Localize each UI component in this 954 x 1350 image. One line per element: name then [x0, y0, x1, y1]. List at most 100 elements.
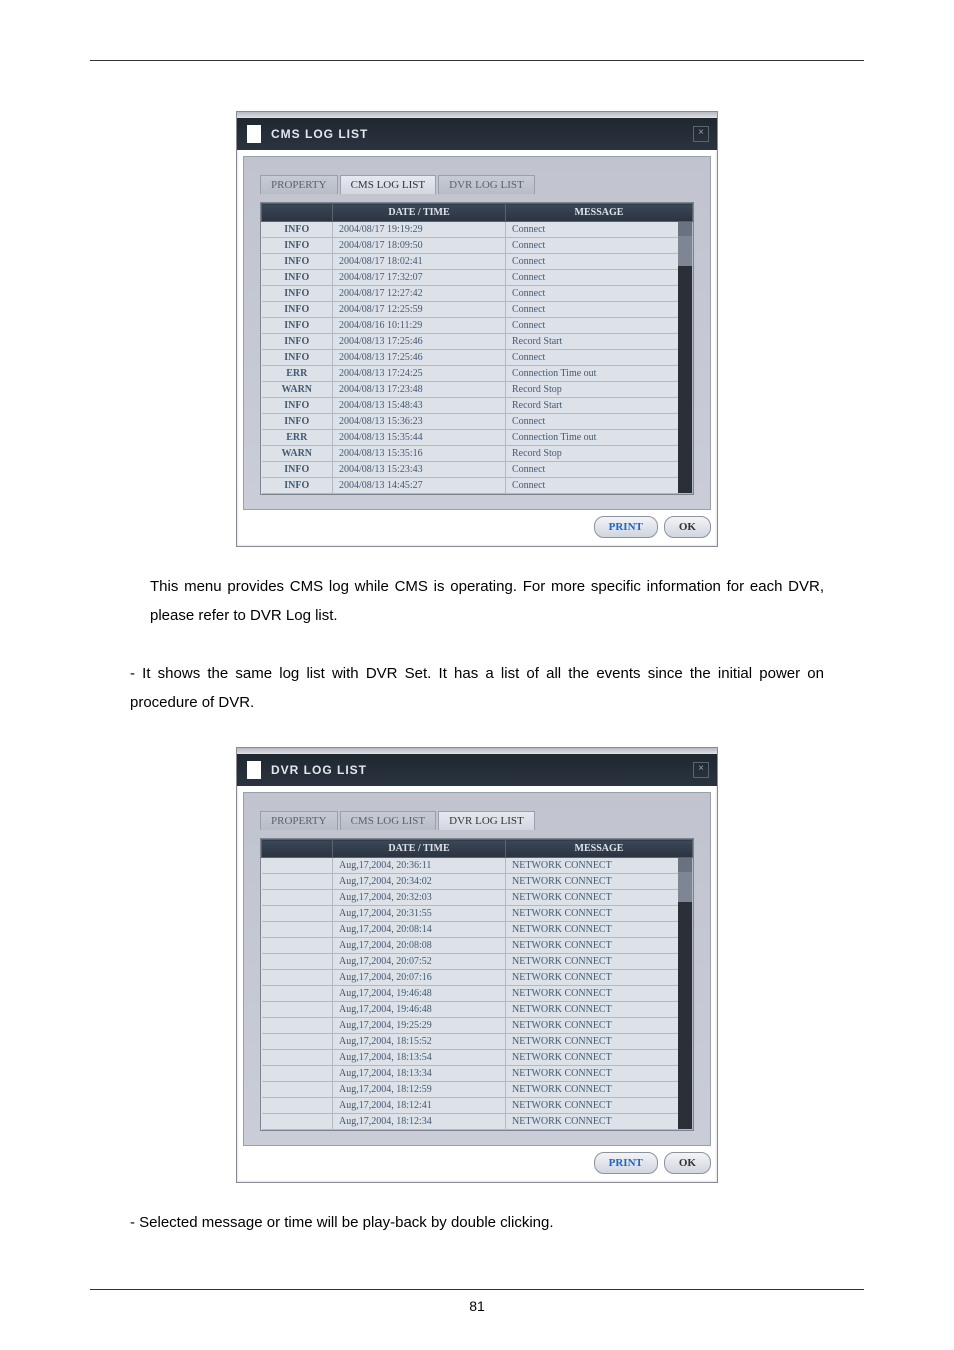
close-icon[interactable]: × [693, 762, 709, 778]
table-row[interactable]: INFO2004/08/16 10:11:29Connect [262, 318, 693, 334]
table-row[interactable]: Aug,17,2004, 20:07:52NETWORK CONNECT [262, 954, 693, 970]
cell-level [262, 954, 333, 970]
cell-level [262, 1050, 333, 1066]
table-row[interactable]: Aug,17,2004, 20:08:08NETWORK CONNECT [262, 938, 693, 954]
cell-level: WARN [262, 446, 333, 462]
print-button[interactable]: PRINT [594, 516, 658, 538]
tab-cms-log-list[interactable]: CMS LOG LIST [340, 811, 437, 830]
table-row[interactable]: Aug,17,2004, 18:15:52NETWORK CONNECT [262, 1034, 693, 1050]
cell-level: INFO [262, 350, 333, 366]
table-row[interactable]: INFO2004/08/17 19:19:29Connect [262, 222, 693, 238]
table-row[interactable]: INFO2004/08/13 15:23:43Connect [262, 462, 693, 478]
cell-date: Aug,17,2004, 18:13:34 [333, 1066, 506, 1082]
table-row[interactable]: Aug,17,2004, 20:31:55NETWORK CONNECT [262, 906, 693, 922]
cell-date: Aug,17,2004, 20:08:14 [333, 922, 506, 938]
table-row[interactable]: INFO2004/08/17 18:09:50Connect [262, 238, 693, 254]
dialog-title: DVR LOG LIST [271, 764, 367, 776]
table-row[interactable]: Aug,17,2004, 19:46:48NETWORK CONNECT [262, 1002, 693, 1018]
tab-property[interactable]: PROPERTY [260, 811, 338, 830]
table-row[interactable]: Aug,17,2004, 20:32:03NETWORK CONNECT [262, 890, 693, 906]
dialog-titlebar: CMS LOG LIST × [237, 118, 717, 150]
cell-message: NETWORK CONNECT [506, 938, 693, 954]
tab-bar: PROPERTY CMS LOG LIST DVR LOG LIST [260, 175, 694, 194]
cell-message: NETWORK CONNECT [506, 986, 693, 1002]
table-row[interactable]: Aug,17,2004, 20:07:16NETWORK CONNECT [262, 970, 693, 986]
table-row[interactable]: INFO2004/08/13 14:45:27Connect [262, 478, 693, 494]
table-row[interactable]: INFO2004/08/13 15:36:23Connect [262, 414, 693, 430]
tab-dvr-log-list[interactable]: DVR LOG LIST [438, 175, 535, 194]
ok-button[interactable]: OK [664, 1152, 711, 1174]
table-row[interactable]: Aug,17,2004, 18:12:59NETWORK CONNECT [262, 1082, 693, 1098]
cell-level [262, 890, 333, 906]
col-message: MESSAGE [506, 840, 693, 858]
cell-date: 2004/08/17 12:25:59 [333, 302, 506, 318]
table-row[interactable]: INFO2004/08/13 15:48:43Record Start [262, 398, 693, 414]
table-row[interactable]: ERR2004/08/13 17:24:25Connection Time ou… [262, 366, 693, 382]
scroll-thumb[interactable] [678, 872, 692, 902]
cell-level: INFO [262, 318, 333, 334]
cell-message: NETWORK CONNECT [506, 970, 693, 986]
table-row[interactable]: INFO2004/08/13 17:25:46Connect [262, 350, 693, 366]
tab-property[interactable]: PROPERTY [260, 175, 338, 194]
cell-date: 2004/08/16 10:11:29 [333, 318, 506, 334]
table-row[interactable]: INFO2004/08/17 12:27:42Connect [262, 286, 693, 302]
table-row[interactable]: Aug,17,2004, 19:46:48NETWORK CONNECT [262, 986, 693, 1002]
table-row[interactable]: INFO2004/08/17 18:02:41Connect [262, 254, 693, 270]
flag-icon [247, 125, 261, 143]
table-row[interactable]: Aug,17,2004, 19:25:29NETWORK CONNECT [262, 1018, 693, 1034]
bottom-rule [90, 1289, 864, 1290]
table-row[interactable]: INFO2004/08/17 17:32:07Connect [262, 270, 693, 286]
cell-date: 2004/08/13 15:23:43 [333, 462, 506, 478]
scroll-up-icon[interactable] [678, 858, 692, 872]
cell-message: Record Start [506, 398, 693, 414]
cell-level [262, 1018, 333, 1034]
print-button[interactable]: PRINT [594, 1152, 658, 1174]
close-icon[interactable]: × [693, 126, 709, 142]
scroll-thumb[interactable] [678, 236, 692, 266]
cell-level: INFO [262, 414, 333, 430]
dvr-log-list-dialog: DVR LOG LIST × PROPERTY CMS LOG LIST DVR… [236, 747, 718, 1183]
cell-level: INFO [262, 238, 333, 254]
cell-message: NETWORK CONNECT [506, 954, 693, 970]
scroll-up-icon[interactable] [678, 222, 692, 236]
top-rule [90, 60, 864, 61]
cell-message: Record Stop [506, 446, 693, 462]
paragraph-3: - Selected message or time will be play-… [130, 1209, 824, 1238]
cell-date: Aug,17,2004, 18:15:52 [333, 1034, 506, 1050]
cell-date: Aug,17,2004, 18:12:59 [333, 1082, 506, 1098]
cell-level [262, 1002, 333, 1018]
table-row[interactable]: INFO2004/08/17 12:25:59Connect [262, 302, 693, 318]
cell-date: Aug,17,2004, 20:32:03 [333, 890, 506, 906]
tab-cms-log-list[interactable]: CMS LOG LIST [340, 175, 437, 194]
table-row[interactable]: Aug,17,2004, 20:08:14NETWORK CONNECT [262, 922, 693, 938]
tab-bar: PROPERTY CMS LOG LIST DVR LOG LIST [260, 811, 694, 830]
cell-message: NETWORK CONNECT [506, 1050, 693, 1066]
table-row[interactable]: Aug,17,2004, 18:12:34NETWORK CONNECT [262, 1114, 693, 1130]
col-level [262, 840, 333, 858]
table-row[interactable]: Aug,17,2004, 18:13:54NETWORK CONNECT [262, 1050, 693, 1066]
cell-level: WARN [262, 382, 333, 398]
ok-button[interactable]: OK [664, 516, 711, 538]
cell-level: INFO [262, 222, 333, 238]
scrollbar[interactable] [678, 222, 692, 493]
cell-message: Connect [506, 462, 693, 478]
cell-date: 2004/08/13 17:25:46 [333, 334, 506, 350]
cell-message: NETWORK CONNECT [506, 1018, 693, 1034]
scrollbar[interactable] [678, 858, 692, 1129]
cell-message: Connect [506, 414, 693, 430]
table-row[interactable]: Aug,17,2004, 20:34:02NETWORK CONNECT [262, 874, 693, 890]
table-row[interactable]: Aug,17,2004, 20:36:11NETWORK CONNECT [262, 858, 693, 874]
table-row[interactable]: ERR2004/08/13 15:35:44Connection Time ou… [262, 430, 693, 446]
table-row[interactable]: Aug,17,2004, 18:13:34NETWORK CONNECT [262, 1066, 693, 1082]
table-row[interactable]: WARN2004/08/13 17:23:48Record Stop [262, 382, 693, 398]
cell-message: Connection Time out [506, 430, 693, 446]
table-row[interactable]: INFO2004/08/13 17:25:46Record Start [262, 334, 693, 350]
tab-dvr-log-list[interactable]: DVR LOG LIST [438, 811, 535, 830]
cell-message: Connection Time out [506, 366, 693, 382]
table-row[interactable]: Aug,17,2004, 18:12:41NETWORK CONNECT [262, 1098, 693, 1114]
cell-level [262, 938, 333, 954]
cell-message: NETWORK CONNECT [506, 1098, 693, 1114]
paragraph-1: This menu provides CMS log while CMS is … [150, 573, 824, 630]
table-row[interactable]: WARN2004/08/13 15:35:16Record Stop [262, 446, 693, 462]
cell-level [262, 874, 333, 890]
